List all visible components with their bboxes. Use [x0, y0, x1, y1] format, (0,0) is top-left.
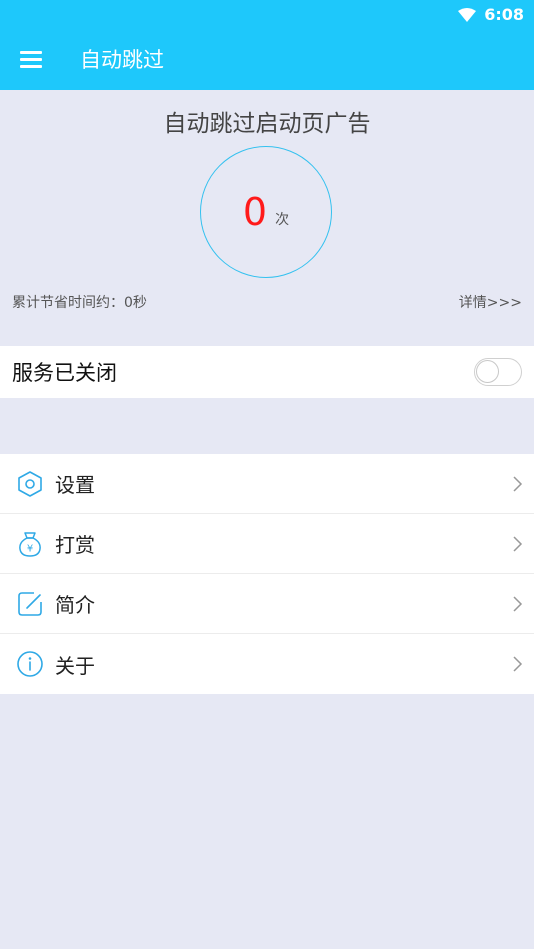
chevron-right-icon [513, 595, 523, 612]
hexagon-settings-icon [16, 470, 44, 498]
status-bar: 6:08 [0, 0, 534, 28]
saved-time-text: 累计节省时间约：0秒 [12, 295, 147, 311]
menu-item-intro[interactable]: 简介 [0, 574, 534, 634]
skip-count-unit: 次 [275, 212, 290, 228]
menu-item-label: 打赏 [55, 533, 95, 557]
app-title: 自动跳过 [80, 48, 164, 72]
wifi-icon [458, 7, 477, 22]
menu-item-label: 简介 [55, 593, 95, 617]
info-icon [16, 650, 44, 678]
app-bar: 6:08 自动跳过 [0, 0, 534, 90]
menu-item-reward[interactable]: ¥ 打赏 [0, 514, 534, 574]
money-bag-icon: ¥ [16, 530, 44, 558]
chevron-right-icon [513, 535, 523, 552]
toolbar: 自动跳过 [0, 28, 534, 90]
service-row[interactable]: 服务已关闭 [0, 346, 534, 398]
menu-button[interactable] [0, 28, 62, 90]
skip-count-circle: 0 次 [200, 146, 332, 278]
menu-list: 设置 ¥ 打赏 简介 关于 [0, 454, 534, 694]
status-time: 6:08 [484, 5, 524, 24]
stats-panel: 自动跳过启动页广告 0 次 累计节省时间约：0秒 详情>>> [0, 90, 534, 346]
menu-item-settings[interactable]: 设置 [0, 454, 534, 514]
service-status-label: 服务已关闭 [12, 361, 117, 385]
details-link[interactable]: 详情>>> [459, 292, 522, 312]
menu-item-label: 关于 [55, 653, 95, 678]
service-toggle[interactable] [474, 358, 522, 386]
menu-item-about[interactable]: 关于 [0, 634, 534, 694]
skip-count: 0 [242, 190, 268, 234]
chevron-right-icon [513, 656, 523, 672]
chevron-right-icon [513, 475, 523, 492]
hamburger-icon [20, 51, 42, 68]
edit-icon [16, 590, 44, 618]
menu-item-label: 设置 [55, 473, 95, 497]
svg-text:¥: ¥ [27, 543, 33, 554]
toggle-knob [476, 360, 499, 383]
hero-title: 自动跳过启动页广告 [163, 111, 371, 137]
